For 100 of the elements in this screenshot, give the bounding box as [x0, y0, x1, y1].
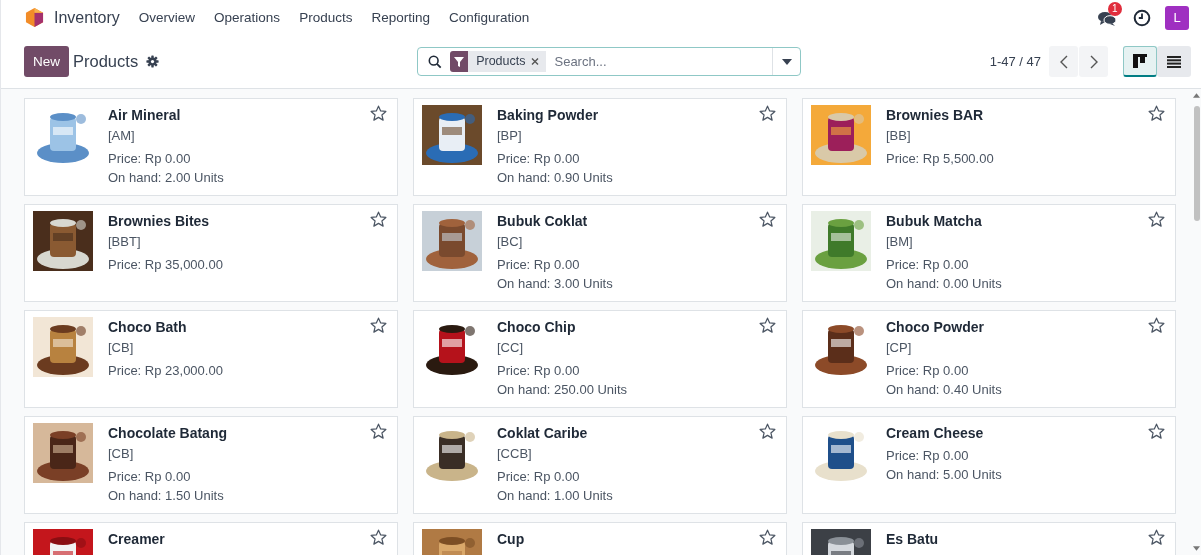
product-code: [CCB]	[497, 445, 533, 463]
product-card[interactable]: Brownies Bites [BBT] Price: Rp 35,000.00	[24, 204, 398, 302]
menu-item[interactable]: Reporting	[371, 10, 430, 25]
star-outline-icon[interactable]	[1148, 211, 1165, 228]
menu-item[interactable]: Configuration	[448, 10, 530, 25]
on-hand-quantity: On hand: 0.40 Units	[886, 381, 1002, 399]
filter-icon	[450, 51, 469, 72]
list-icon	[1167, 55, 1181, 68]
product-price: Price: Rp 0.00	[886, 362, 970, 380]
product-card[interactable]: Bubuk Coklat [BC] Price: Rp 0.00 On hand: 3.00 Units	[413, 204, 787, 302]
kanban-view-button[interactable]	[1123, 46, 1157, 77]
product-price: Price: Rp 0.00	[108, 468, 192, 486]
menu-item[interactable]: Products	[299, 10, 353, 25]
product-card[interactable]: Cream Cheese Price: Rp 0.00 On hand: 5.00 Units	[802, 416, 1176, 514]
on-hand-quantity: On hand: 250.00 Units	[497, 381, 628, 399]
star-outline-icon[interactable]	[1148, 317, 1165, 334]
product-price: Price: Rp 0.00	[886, 256, 970, 274]
product-name: Choco Chip	[497, 318, 577, 337]
product-name: Air Mineral	[108, 106, 182, 125]
product-name: Es Batu	[886, 530, 939, 549]
product-code: [BB]	[886, 127, 912, 145]
product-name: Chocolate Batang	[108, 424, 227, 443]
product-code: [CB]	[108, 339, 135, 357]
product-card[interactable]: Brownies BAR [BB] Price: Rp 5,500.00	[802, 98, 1176, 196]
new-button[interactable]: New	[24, 46, 69, 77]
menu-item[interactable]: Overview	[138, 10, 196, 25]
product-name: Choco Bath	[108, 318, 188, 337]
star-outline-icon[interactable]	[759, 529, 776, 546]
star-outline-icon[interactable]	[370, 423, 387, 440]
on-hand-quantity: On hand: 2.00 Units	[108, 169, 224, 187]
on-hand-quantity: On hand: 0.90 Units	[497, 169, 613, 187]
product-name: Brownies Bites	[108, 212, 211, 231]
star-outline-icon[interactable]	[370, 317, 387, 334]
chevron-left-icon	[1059, 54, 1068, 69]
user-avatar[interactable]: L	[1165, 5, 1189, 30]
on-hand-quantity: On hand: 3.00 Units	[497, 275, 613, 293]
product-price: Price: Rp 0.00	[108, 150, 192, 168]
on-hand-quantity: On hand: 1.00 Units	[497, 487, 613, 505]
star-outline-icon[interactable]	[370, 529, 387, 546]
product-code: [CP]	[886, 339, 913, 357]
product-card[interactable]: Bubuk Matcha [BM] Price: Rp 0.00 On hand: 0.00 Units	[802, 204, 1176, 302]
notification-badge: 1	[1108, 1, 1122, 16]
star-outline-icon[interactable]	[1148, 423, 1165, 440]
product-card[interactable]: Choco Powder [CP] Price: Rp 0.00 On hand: 0.40 Units	[802, 310, 1176, 408]
product-card[interactable]: Choco Chip [CC] Price: Rp 0.00 On hand: 250.00 Units	[413, 310, 787, 408]
caret-icon	[781, 58, 792, 65]
product-code: [BM]	[886, 233, 914, 251]
pager-value[interactable]: 1-47 / 47	[989, 54, 1041, 69]
product-card[interactable]: Coklat Caribe [CCB] Price: Rp 0.00 On hand: 1.00 Units	[413, 416, 787, 514]
product-code: [AM]	[108, 127, 136, 145]
product-name: Cup	[497, 530, 525, 549]
list-view-button[interactable]	[1157, 46, 1191, 77]
product-name: Baking Powder	[497, 106, 600, 125]
menu-item[interactable]: Operations	[214, 10, 281, 25]
product-price: Price: Rp 0.00	[497, 150, 581, 168]
product-code: [BP]	[497, 127, 523, 145]
product-price: Price: Rp 23,000.00	[108, 362, 223, 380]
on-hand-quantity: On hand: 0.00 Units	[886, 275, 1002, 293]
star-outline-icon[interactable]	[759, 211, 776, 228]
product-price: Price: Rp 0.00	[497, 468, 581, 486]
on-hand-quantity: On hand: 1.50 Units	[108, 487, 225, 505]
app-name[interactable]: Inventory	[54, 8, 120, 27]
product-card[interactable]: Chocolate Batang [CB] Price: Rp 0.00 On hand: 1.50 Units	[24, 416, 398, 514]
product-card[interactable]: Baking Powder [BP] Price: Rp 0.00 On hand: 0.90 Units	[413, 98, 787, 196]
product-price: Price: Rp 0.00	[497, 362, 581, 380]
star-outline-icon[interactable]	[759, 423, 776, 440]
product-price: Price: Rp 0.00	[497, 256, 581, 274]
app-logo-icon[interactable]	[25, 7, 44, 28]
product-code: [CB]	[108, 445, 135, 463]
settings-icon[interactable]	[146, 55, 160, 68]
star-outline-icon[interactable]	[1148, 105, 1165, 122]
product-card[interactable]: Cup	[413, 522, 787, 555]
scroll-up-icon[interactable]	[1193, 93, 1200, 98]
star-outline-icon[interactable]	[759, 105, 776, 122]
product-card[interactable]: Choco Bath [CB] Price: Rp 23,000.00	[24, 310, 398, 408]
star-outline-icon[interactable]	[759, 317, 776, 334]
product-card[interactable]: Creamer	[24, 522, 398, 555]
product-card[interactable]: Es Batu	[802, 522, 1176, 555]
page-title[interactable]: Products	[73, 52, 139, 71]
product-name: Creamer	[108, 530, 165, 549]
product-name: Coklat Caribe	[497, 424, 589, 443]
search-icon[interactable]	[428, 54, 443, 69]
clock-icon[interactable]	[1133, 8, 1151, 27]
product-code: [BC]	[497, 233, 524, 251]
scroll-down-icon[interactable]	[1193, 546, 1200, 551]
kanban-icon	[1133, 54, 1147, 68]
star-outline-icon[interactable]	[370, 211, 387, 228]
product-price: Price: Rp 0.00	[886, 447, 970, 465]
close-icon[interactable]	[531, 51, 547, 72]
product-name: Bubuk Matcha	[886, 212, 983, 231]
chevron-right-icon	[1089, 54, 1098, 69]
product-price: Price: Rp 5,500.00	[886, 150, 994, 168]
product-name: Choco Powder	[886, 318, 985, 337]
filter-facet: Products	[468, 51, 532, 72]
star-outline-icon[interactable]	[370, 105, 387, 122]
search-field[interactable]: Products Search...	[417, 47, 802, 76]
product-code: [BBT]	[108, 233, 142, 251]
product-name: Cream Cheese	[886, 424, 985, 443]
product-card[interactable]: Air Mineral [AM] Price: Rp 0.00 On hand: 2.00 Units	[24, 98, 398, 196]
star-outline-icon[interactable]	[1148, 529, 1165, 546]
